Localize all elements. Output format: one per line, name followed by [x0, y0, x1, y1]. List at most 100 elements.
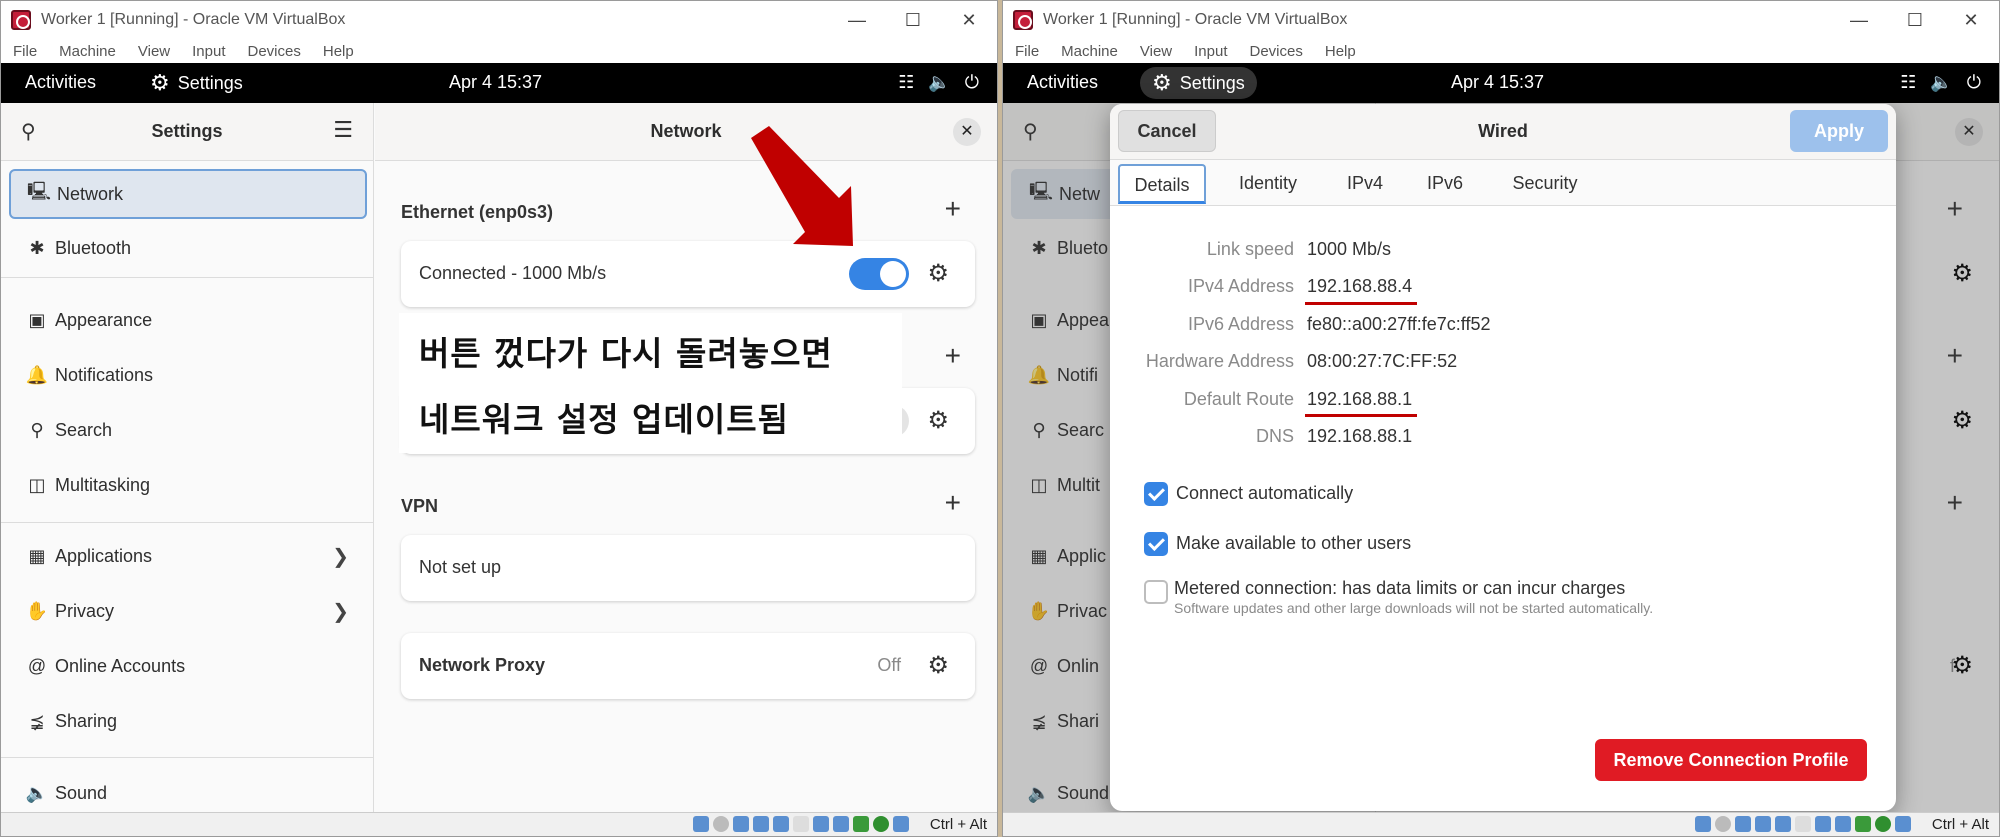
gear-icon[interactable]: ⚙: [927, 406, 949, 435]
menu-icon[interactable]: ☰: [333, 117, 353, 143]
sidebar-item-network[interactable]: 🖳 Network: [9, 169, 367, 219]
apply-button[interactable]: Apply: [1790, 110, 1888, 152]
mouse-icon[interactable]: [1875, 816, 1891, 832]
sidebar-item-multitasking[interactable]: ◫ Multitasking: [9, 460, 367, 510]
recording-icon[interactable]: [1835, 816, 1851, 832]
close-button[interactable]: ✕: [941, 1, 997, 39]
menu-view[interactable]: View: [1140, 43, 1172, 60]
sidebar-item-online-accounts[interactable]: @ Online Accounts: [9, 641, 367, 691]
gear-icon[interactable]: ⚙: [927, 259, 949, 288]
sidebar-item-bluetooth[interactable]: ✱ Bluetooth: [9, 223, 367, 273]
network-proxy-row[interactable]: Network Proxy Off ⚙: [401, 633, 975, 699]
tab-identity[interactable]: Identity: [1220, 164, 1316, 204]
storage-icon[interactable]: [1695, 816, 1711, 832]
tab-security[interactable]: Security: [1490, 164, 1600, 204]
make-available-checkbox[interactable]: [1144, 532, 1168, 556]
optical-icon[interactable]: [1715, 816, 1731, 832]
keyboard-icon[interactable]: [1895, 816, 1911, 832]
add-ethernet-button[interactable]: +: [945, 193, 961, 225]
activities-button[interactable]: Activities: [25, 72, 96, 93]
menu-input[interactable]: Input: [1194, 43, 1227, 60]
sidebar-item-label: Bluetooth: [55, 237, 132, 258]
power-icon: ⏻: [1966, 72, 1981, 92]
connect-automatically-checkbox[interactable]: [1144, 482, 1168, 506]
ethernet-connection-row: Connected - 1000 Mb/s ⚙: [401, 241, 975, 307]
usb-icon[interactable]: [773, 816, 789, 832]
monitor-icon: 🖳: [26, 181, 51, 201]
sidebar-item-notifications[interactable]: 🔔 Notifications: [9, 350, 367, 400]
ethernet-toggle[interactable]: [849, 258, 909, 290]
vm-status-bar: Ctrl + Alt: [1003, 812, 1999, 836]
sidebar-item-applications[interactable]: ▦ Applications ❯: [9, 531, 367, 581]
annotation-line-1: 버튼 껐다가 다시 돌려놓으면: [419, 334, 833, 373]
detail-row: IPv6 Address fe80::a00:27ff:fe7c:ff52: [1110, 314, 1896, 344]
app-menu-settings[interactable]: ⚙ Settings: [138, 67, 255, 99]
audio-icon[interactable]: [1735, 816, 1751, 832]
sidebar-item-sharing[interactable]: ⪵ Sharing: [9, 696, 367, 746]
tab-ipv4[interactable]: IPv4: [1330, 164, 1400, 204]
sidebar-item-appearance[interactable]: ▣ Appearance: [9, 295, 367, 345]
system-tray[interactable]: ☷ 🔈 ⏻: [1900, 72, 1981, 93]
display-icon[interactable]: [1815, 816, 1831, 832]
panel-header: Network ✕: [375, 103, 997, 161]
menu-file[interactable]: File: [1015, 43, 1039, 60]
tab-details[interactable]: Details: [1118, 164, 1206, 204]
tab-ipv6[interactable]: IPv6: [1410, 164, 1480, 204]
storage-icon[interactable]: [693, 816, 709, 832]
cpu-icon[interactable]: [1855, 816, 1871, 832]
recording-icon[interactable]: [833, 816, 849, 832]
close-icon[interactable]: ✕: [953, 118, 981, 146]
gear-icon[interactable]: ⚙: [927, 651, 949, 680]
menu-machine[interactable]: Machine: [1061, 43, 1118, 60]
minimize-button[interactable]: —: [1831, 1, 1887, 39]
sidebar-item-sound[interactable]: 🔈 Sound: [9, 768, 367, 818]
add-vpn-button[interactable]: +: [945, 487, 961, 519]
shared-folder-icon[interactable]: [793, 816, 809, 832]
menu-machine[interactable]: Machine: [59, 43, 116, 60]
bluetooth-icon: ✱: [29, 237, 45, 258]
activities-button[interactable]: Activities: [1027, 72, 1098, 93]
shared-folder-icon[interactable]: [1795, 816, 1811, 832]
sidebar-item-search[interactable]: ⚲ Search: [9, 405, 367, 455]
system-tray[interactable]: ☷ 🔈 ⏻: [898, 72, 979, 93]
grid-icon: ▦: [28, 545, 46, 566]
menu-help[interactable]: Help: [323, 43, 354, 60]
menu-bar: File Machine View Input Devices Help: [1003, 39, 1999, 63]
display-icon[interactable]: [813, 816, 829, 832]
menu-file[interactable]: File: [13, 43, 37, 60]
window-title: Worker 1 [Running] - Oracle VM VirtualBo…: [41, 11, 346, 28]
minimize-button[interactable]: —: [829, 1, 885, 39]
sidebar-item-privacy[interactable]: ✋ Privacy ❯: [9, 586, 367, 636]
audio-icon[interactable]: [733, 816, 749, 832]
menu-input[interactable]: Input: [192, 43, 225, 60]
mouse-icon[interactable]: [873, 816, 889, 832]
cpu-icon[interactable]: [853, 816, 869, 832]
clock[interactable]: Apr 4 15:37: [1451, 72, 1544, 93]
menu-view[interactable]: View: [138, 43, 170, 60]
detail-value: 192.168.88.1: [1307, 426, 1413, 446]
at-icon: @: [27, 655, 47, 676]
maximize-button[interactable]: ☐: [885, 1, 941, 39]
close-button[interactable]: ✕: [1943, 1, 1999, 39]
remove-connection-profile-button[interactable]: Remove Connection Profile: [1595, 739, 1867, 781]
status-icons[interactable]: [693, 816, 909, 832]
app-menu-settings[interactable]: ⚙ Settings: [1140, 67, 1257, 99]
keyboard-icon[interactable]: [893, 816, 909, 832]
connect-automatically-label: Connect automatically: [1176, 483, 1354, 503]
clock[interactable]: Apr 4 15:37: [449, 72, 542, 93]
metered-checkbox[interactable]: [1144, 580, 1168, 604]
optical-icon[interactable]: [713, 816, 729, 832]
menu-help[interactable]: Help: [1325, 43, 1356, 60]
maximize-button[interactable]: ☐: [1887, 1, 1943, 39]
detail-label: DNS: [1255, 426, 1294, 446]
annotation-line-2: 네트워크 설정 업데이트됨: [419, 400, 789, 439]
status-icons[interactable]: [1695, 816, 1911, 832]
network-icon[interactable]: [753, 816, 769, 832]
network-icon[interactable]: [1755, 816, 1771, 832]
menu-devices[interactable]: Devices: [248, 43, 301, 60]
add-ethernet2-button[interactable]: +: [945, 340, 961, 372]
network-icon: ☷: [898, 72, 915, 92]
usb-icon[interactable]: [1775, 816, 1791, 832]
menu-devices[interactable]: Devices: [1250, 43, 1303, 60]
window-title: Worker 1 [Running] - Oracle VM VirtualBo…: [1043, 11, 1348, 28]
